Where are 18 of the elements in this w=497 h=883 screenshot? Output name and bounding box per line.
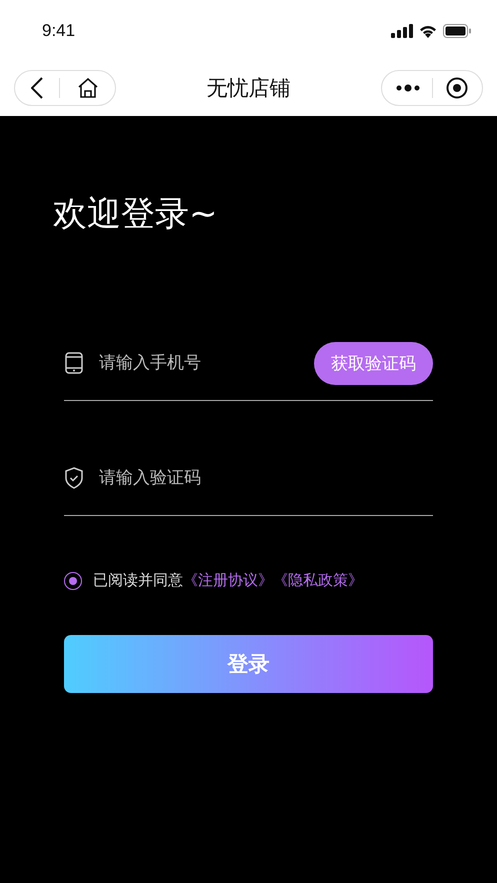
phone-icon (65, 352, 83, 374)
phone-field[interactable]: 请输入手机号 (99, 353, 298, 373)
agreement-text: 已阅读并同意 (93, 571, 183, 590)
more-icon[interactable] (396, 84, 420, 92)
welcome-heading: 欢迎登录~ (53, 193, 218, 236)
back-icon[interactable] (31, 77, 44, 99)
get-code-button[interactable]: 获取验证码 (314, 342, 433, 384)
agree-radio[interactable] (64, 572, 82, 590)
agreement-link[interactable]: 《注册协议》 (183, 571, 273, 590)
code-field[interactable]: 请输入验证码 (99, 468, 433, 488)
wifi-icon (419, 24, 437, 38)
battery-icon (443, 24, 471, 38)
status-time: 9:41 (42, 21, 76, 41)
signal-icon (391, 24, 413, 38)
shield-icon (65, 467, 83, 489)
home-icon[interactable] (76, 78, 99, 98)
agreement-link[interactable]: 《隐私政策》 (273, 571, 363, 590)
page-title: 无忧店铺 (206, 75, 290, 102)
